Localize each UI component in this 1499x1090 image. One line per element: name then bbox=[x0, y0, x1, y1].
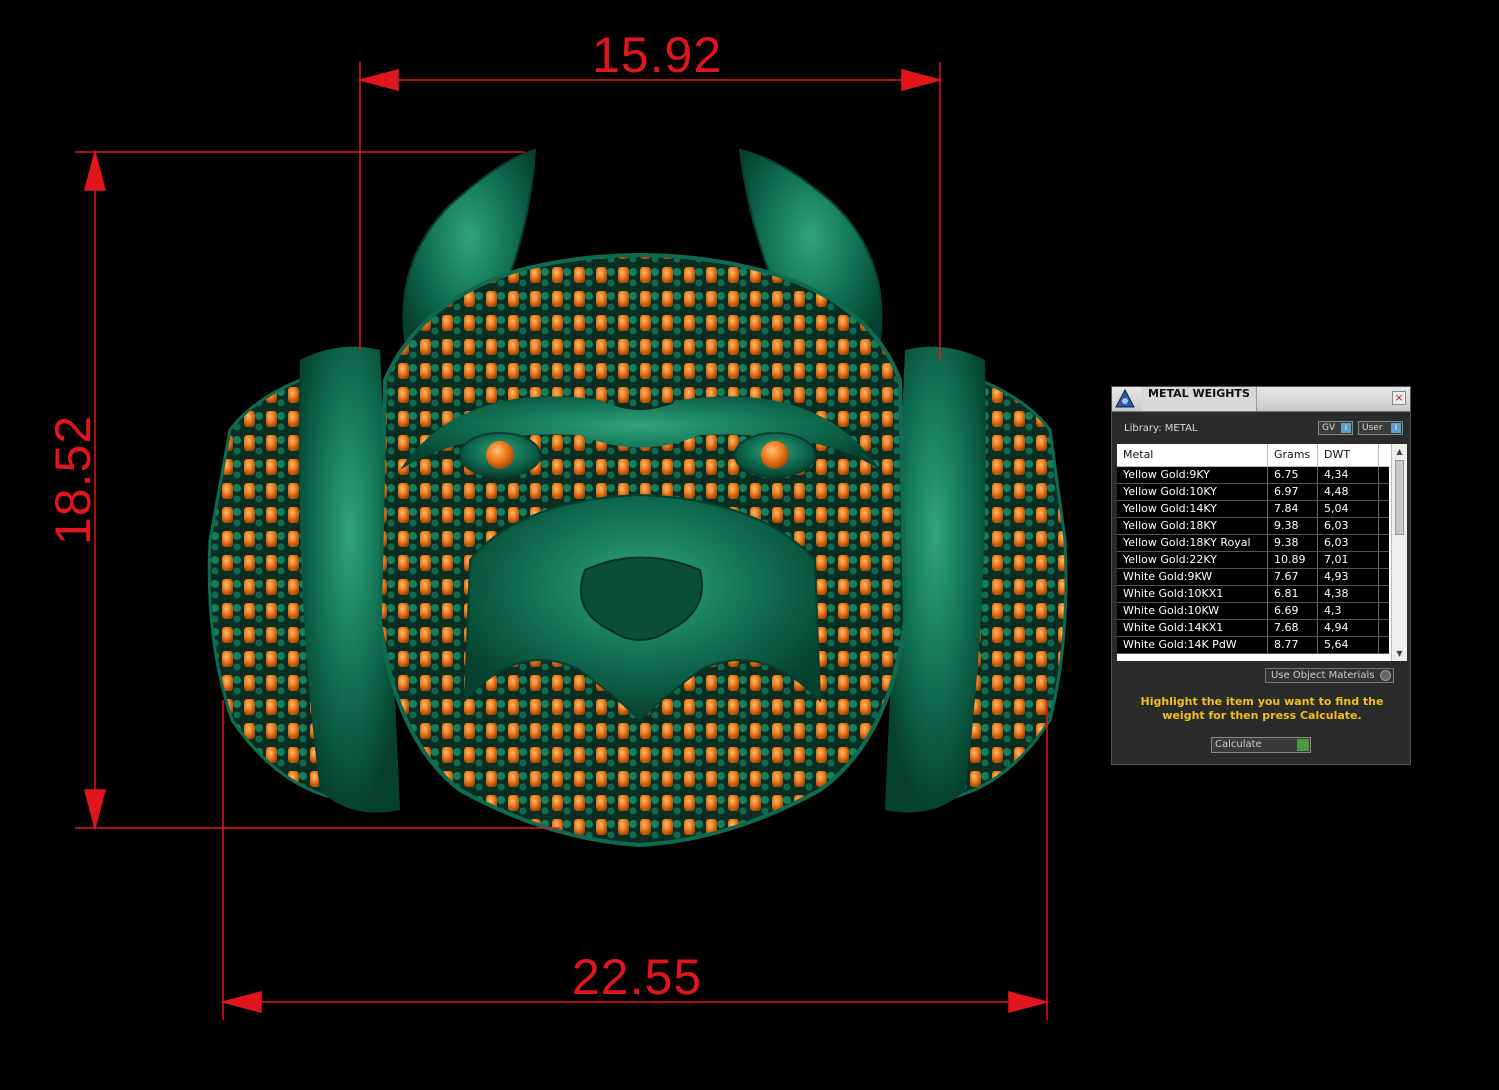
cell-metal: Yellow Gold:22KY bbox=[1117, 552, 1268, 568]
cell-grams: 8.77 bbox=[1268, 637, 1318, 653]
cell-metal: White Gold:10KX1 bbox=[1117, 586, 1268, 602]
table-row[interactable]: Yellow Gold:10KY 6.97 4,48 bbox=[1117, 484, 1389, 501]
cell-metal: Yellow Gold:10KY bbox=[1117, 484, 1268, 500]
dog-head bbox=[377, 253, 908, 848]
cell-dwt: 6,03 bbox=[1318, 518, 1379, 534]
cell-grams: 9.38 bbox=[1268, 535, 1318, 551]
table-row[interactable]: White Gold:14K PdW 8.77 5,64 bbox=[1117, 637, 1389, 654]
panel-title: METAL WEIGHTS bbox=[1142, 387, 1257, 411]
cell-dwt: 4,94 bbox=[1318, 620, 1379, 636]
cell-metal: Yellow Gold:14KY bbox=[1117, 501, 1268, 517]
table-row[interactable]: White Gold:14KX1 7.68 4,94 bbox=[1117, 620, 1389, 637]
app-logo-icon bbox=[1115, 388, 1135, 408]
cell-metal: White Gold:10KW bbox=[1117, 603, 1268, 619]
table-row[interactable]: White Gold:10KW 6.69 4,3 bbox=[1117, 603, 1389, 620]
close-icon[interactable]: × bbox=[1392, 391, 1406, 405]
use-object-materials-label: Use Object Materials bbox=[1271, 670, 1375, 681]
column-header-metal[interactable]: Metal bbox=[1117, 444, 1268, 466]
cell-metal: White Gold:9KW bbox=[1117, 569, 1268, 585]
table-row[interactable]: Yellow Gold:22KY 10.89 7,01 bbox=[1117, 552, 1389, 569]
scroll-thumb[interactable] bbox=[1395, 460, 1404, 535]
table-row[interactable]: Yellow Gold:18KY 9.38 6,03 bbox=[1117, 518, 1389, 535]
cell-metal: Yellow Gold:18KY bbox=[1117, 518, 1268, 534]
cell-metal: White Gold:14KX1 bbox=[1117, 620, 1268, 636]
info-icon: i bbox=[1341, 423, 1351, 433]
cell-metal: White Gold:14K PdW bbox=[1117, 637, 1268, 653]
cell-grams: 6.75 bbox=[1268, 467, 1318, 483]
cell-metal: Yellow Gold:18KY Royal bbox=[1117, 535, 1268, 551]
dimension-bottom-width: 22.55 bbox=[572, 949, 703, 1005]
cell-grams: 6.97 bbox=[1268, 484, 1318, 500]
column-header-grams[interactable]: Grams bbox=[1268, 444, 1318, 466]
metal-weights-panel: METAL WEIGHTS × Library: METAL GV i User i… bbox=[1111, 386, 1411, 765]
dimension-left-height: 18.52 bbox=[45, 414, 101, 545]
cell-dwt: 4,34 bbox=[1318, 467, 1379, 483]
cell-dwt: 4,93 bbox=[1318, 569, 1379, 585]
cell-dwt: 4,48 bbox=[1318, 484, 1379, 500]
metal-table[interactable]: Metal Grams DWT Yellow Gold:9KY 6.75 4,34 Y… bbox=[1117, 444, 1407, 661]
table-header: Metal Grams DWT bbox=[1117, 444, 1389, 467]
cell-grams: 6.69 bbox=[1268, 603, 1318, 619]
user-toggle-label: User bbox=[1362, 423, 1383, 433]
cell-dwt: 5,64 bbox=[1318, 637, 1379, 653]
table-row[interactable]: Yellow Gold:18KY Royal 9.38 6,03 bbox=[1117, 535, 1389, 552]
table-scrollbar[interactable]: ▲ ▼ bbox=[1391, 444, 1407, 661]
use-object-materials-toggle[interactable]: Use Object Materials bbox=[1265, 668, 1394, 683]
calculate-button[interactable]: Calculate bbox=[1211, 737, 1311, 753]
toggle-knob-icon bbox=[1380, 670, 1391, 681]
library-label: Library: METAL bbox=[1124, 423, 1198, 434]
cell-grams: 7.68 bbox=[1268, 620, 1318, 636]
gv-toggle[interactable]: GV i bbox=[1318, 421, 1353, 435]
table-row[interactable]: Yellow Gold:9KY 6.75 4,34 bbox=[1117, 467, 1389, 484]
calculate-label: Calculate bbox=[1215, 739, 1262, 750]
panel-titlebar[interactable]: METAL WEIGHTS × bbox=[1112, 387, 1410, 412]
scroll-down-icon[interactable]: ▼ bbox=[1394, 648, 1405, 659]
cell-grams: 7.67 bbox=[1268, 569, 1318, 585]
cell-dwt: 7,01 bbox=[1318, 552, 1379, 568]
table-body: Yellow Gold:9KY 6.75 4,34 Yellow Gold:10KY 6… bbox=[1117, 467, 1389, 654]
cell-dwt: 5,04 bbox=[1318, 501, 1379, 517]
cell-dwt: 6,03 bbox=[1318, 535, 1379, 551]
gv-toggle-label: GV bbox=[1322, 423, 1336, 433]
cell-metal: Yellow Gold:9KY bbox=[1117, 467, 1268, 483]
table-row[interactable]: White Gold:10KX1 6.81 4,38 bbox=[1117, 586, 1389, 603]
cell-grams: 9.38 bbox=[1268, 518, 1318, 534]
dimension-top-width: 15.92 bbox=[592, 27, 723, 83]
cell-grams: 6.81 bbox=[1268, 586, 1318, 602]
column-header-dwt[interactable]: DWT bbox=[1318, 444, 1379, 466]
play-icon bbox=[1297, 739, 1309, 751]
table-row[interactable]: Yellow Gold:14KY 7.84 5,04 bbox=[1117, 501, 1389, 518]
scroll-up-icon[interactable]: ▲ bbox=[1394, 446, 1405, 457]
table-row[interactable]: White Gold:9KW 7.67 4,93 bbox=[1117, 569, 1389, 586]
user-toggle[interactable]: User i bbox=[1358, 421, 1403, 435]
cell-grams: 10.89 bbox=[1268, 552, 1318, 568]
instructions-text: Highlight the item you want to find the … bbox=[1140, 695, 1384, 722]
info-icon: i bbox=[1391, 423, 1401, 433]
cell-dwt: 4,38 bbox=[1318, 586, 1379, 602]
cell-grams: 7.84 bbox=[1268, 501, 1318, 517]
cell-dwt: 4,3 bbox=[1318, 603, 1379, 619]
